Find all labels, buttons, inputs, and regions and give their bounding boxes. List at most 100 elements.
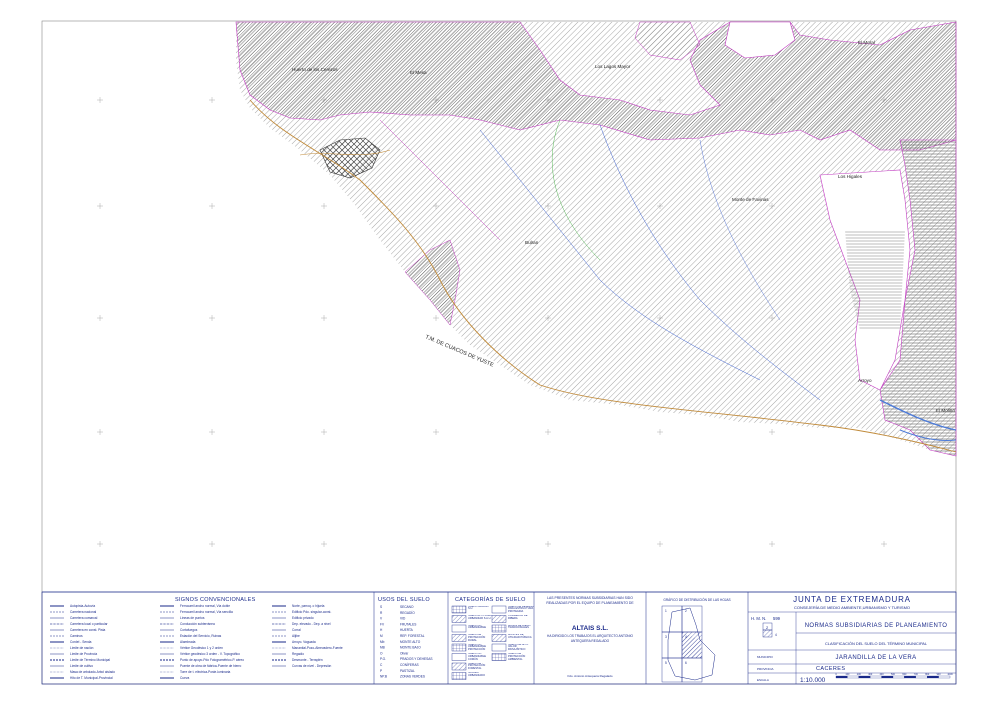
scale-segment <box>881 675 894 679</box>
scale-tick: 700 <box>914 673 919 676</box>
uso-name: ZONAS VERDES <box>400 675 425 679</box>
signo-label: Alambrada <box>180 640 196 644</box>
signo-label: Límite de nación <box>70 646 94 650</box>
categoria-swatch <box>491 605 507 614</box>
signo-label: Autopista-Autovía <box>70 604 95 608</box>
scale-tick: 300 <box>868 673 873 676</box>
scale-tick: 500 <box>891 673 896 676</box>
sheet-num-2: 2 <box>685 609 687 613</box>
categoria-label: SUELO NO URBANIZABLE PROTECCIÓN <box>468 643 487 652</box>
grafico-title: GRÁFICO DE DISTRIBUCIÓN DE LAS HOJAS <box>663 597 730 602</box>
uso-code: P <box>380 669 382 673</box>
scale-tick: 100 <box>845 673 850 676</box>
signo-label: Punto de apoyo-Pdo Fotogramétrico-P. aér… <box>180 658 244 662</box>
uso-code: NP.B <box>380 675 387 679</box>
signo-label: Cordel - Senda <box>70 640 92 644</box>
categoria-swatch <box>491 634 507 642</box>
sheet-num-3: 3 <box>665 635 667 639</box>
place-arroyo: Arroyo <box>858 378 872 383</box>
company-name: ALTAIS S.L. <box>572 625 608 632</box>
uso-name: CONÍFERAS <box>400 663 419 667</box>
uso-code: P.G. <box>380 657 386 661</box>
place-bulran: Bulran <box>525 240 539 245</box>
uso-name: HUERTA <box>400 628 414 632</box>
tb-dept: CONSEJERÍA DE MEDIO AMBIENTE,URBANISMO Y… <box>794 605 910 610</box>
signo-label: Estación del Servicio, Ruinas <box>180 634 222 638</box>
scale-segment <box>847 675 859 679</box>
tb-hmn-value: 599 <box>773 616 781 621</box>
categoria-label: CORREDOR DE RIBERA <box>508 615 528 620</box>
tb-escala-label: ESCALA <box>757 678 769 682</box>
categoria-label: SUELO DE PROTECCIÓN RURAL <box>468 634 486 642</box>
categoria-label: SUELO DE PROTECCIÓN AMBIENTAL <box>508 653 526 661</box>
company-intro: LAS PRESENTES NORMAS SUBSIDIARIAS HAN SI… <box>546 596 634 606</box>
place-loslagos: Los Lagos Mayor <box>595 64 631 69</box>
categoria-swatch <box>451 615 467 623</box>
uso-code: S <box>380 605 382 609</box>
signo-label: Puente de obra de fábrica-Puente de hier… <box>180 664 242 668</box>
uso-name: MONTE ALTO <box>400 640 421 644</box>
signo-label: Masa de arbolado-Arbol aislado <box>70 670 115 674</box>
usos-title: USOS DEL SUELO <box>378 597 430 603</box>
signo-label: Corral <box>292 628 301 632</box>
tb-municipio-label: MUNICIPIO <box>757 655 774 659</box>
scale-segment <box>858 675 871 679</box>
signo-label: Arroyo. Vaguada <box>292 640 316 644</box>
signo-label: Límite de cultivo <box>70 664 93 668</box>
uso-name: VID <box>400 617 406 621</box>
signo-label: Líneas de puntos <box>180 616 205 620</box>
tb-hmn-label: H. M. N. <box>751 616 766 621</box>
signo-label: Vértice Geodésico 1 y 2 orden <box>180 646 223 650</box>
tb-title: NORMAS SUBSIDIARIAS DE PLANEAMIENTO <box>805 623 948 629</box>
categoria-label: SUELO DE PROTECCIÓN FORESTAL <box>468 662 486 671</box>
uso-name: REP. FORESTAL <box>400 634 425 638</box>
tb-provincia-label: PROVINCIA <box>757 667 774 671</box>
categoria-swatch <box>451 624 467 633</box>
sheet-num-6: 6 <box>685 661 687 665</box>
tb-org: JUNTA DE EXTREMADURA <box>793 595 911 604</box>
categoria-label: SUELO URBANO S.U. <box>468 605 489 611</box>
signo-label: Norte, parroq. o hijuela <box>292 604 325 608</box>
categoria-label: NÚCLEO URBANIZADO <box>468 672 486 677</box>
sheet-num-4: 4 <box>685 635 687 639</box>
scale-segment <box>927 675 939 679</box>
tb-hoja-total: 4 <box>775 633 777 637</box>
scale-segment <box>835 675 848 679</box>
signo-label: Torre de t. eléctrica-Poste-luminaria <box>180 670 231 674</box>
scale-segment <box>904 675 916 679</box>
signo-label: Cueva <box>180 676 189 680</box>
signo-label: Ferrocarril ancho normal, Vía doble <box>180 604 230 608</box>
tb-municipio: JARANDILLA DE LA VERA <box>835 655 916 661</box>
place-mesa: El Mesa <box>410 70 427 75</box>
uso-name: REGADÍO <box>400 611 415 615</box>
signo-label: Límite de Término Municipal <box>70 658 110 662</box>
signos-title: SIGNOS CONVENCIONALES <box>175 597 256 603</box>
categoria-label: SUELO DE RESERVA PARA ESTRUCTURA PROTEGI… <box>508 605 534 614</box>
scale-tick: 800 <box>925 673 930 676</box>
signo-label: Edificio privado <box>292 616 314 620</box>
uso-code: M <box>380 634 383 638</box>
tb-escala: 1:10.000 <box>800 677 826 684</box>
map-sheet: Huerto de los Cerezos El Mesa Los Lagos … <box>41 20 957 685</box>
signo-label: Carretera comarcal <box>70 616 98 620</box>
uso-name: MONTE BAJO <box>400 646 421 650</box>
uso-name: PASTIZAL <box>400 669 415 673</box>
uso-name: SECANO <box>400 605 414 609</box>
uso-name: FRUTALES <box>400 622 416 626</box>
scale-tick: 600 <box>902 673 907 676</box>
signo-label: Carretera nacional <box>70 610 97 614</box>
signo-label: Conducción subterránea <box>180 622 215 626</box>
categoria-swatch <box>451 653 467 661</box>
scale-tick: 1000 <box>947 673 953 676</box>
categoria-label: SUELO APTO PARA URBANIZAR S.A.U. <box>468 615 492 620</box>
company-signature: Fdo. Antonio Antequera Regalado <box>567 674 612 678</box>
categoria-label: MONTES DE UTILIDAD PÚBLICA <box>508 634 532 639</box>
scale-segment <box>870 675 882 679</box>
categoria-swatch <box>491 653 507 661</box>
signo-label: Límite de Provincia <box>70 652 97 656</box>
scale-segment <box>938 675 951 679</box>
categoria-label: SUELO NO URBANIZABLE COMÚN <box>468 653 487 661</box>
categoria-swatch <box>491 643 507 652</box>
signo-label: Aljibe <box>292 634 300 638</box>
categoria-swatch <box>451 634 467 642</box>
